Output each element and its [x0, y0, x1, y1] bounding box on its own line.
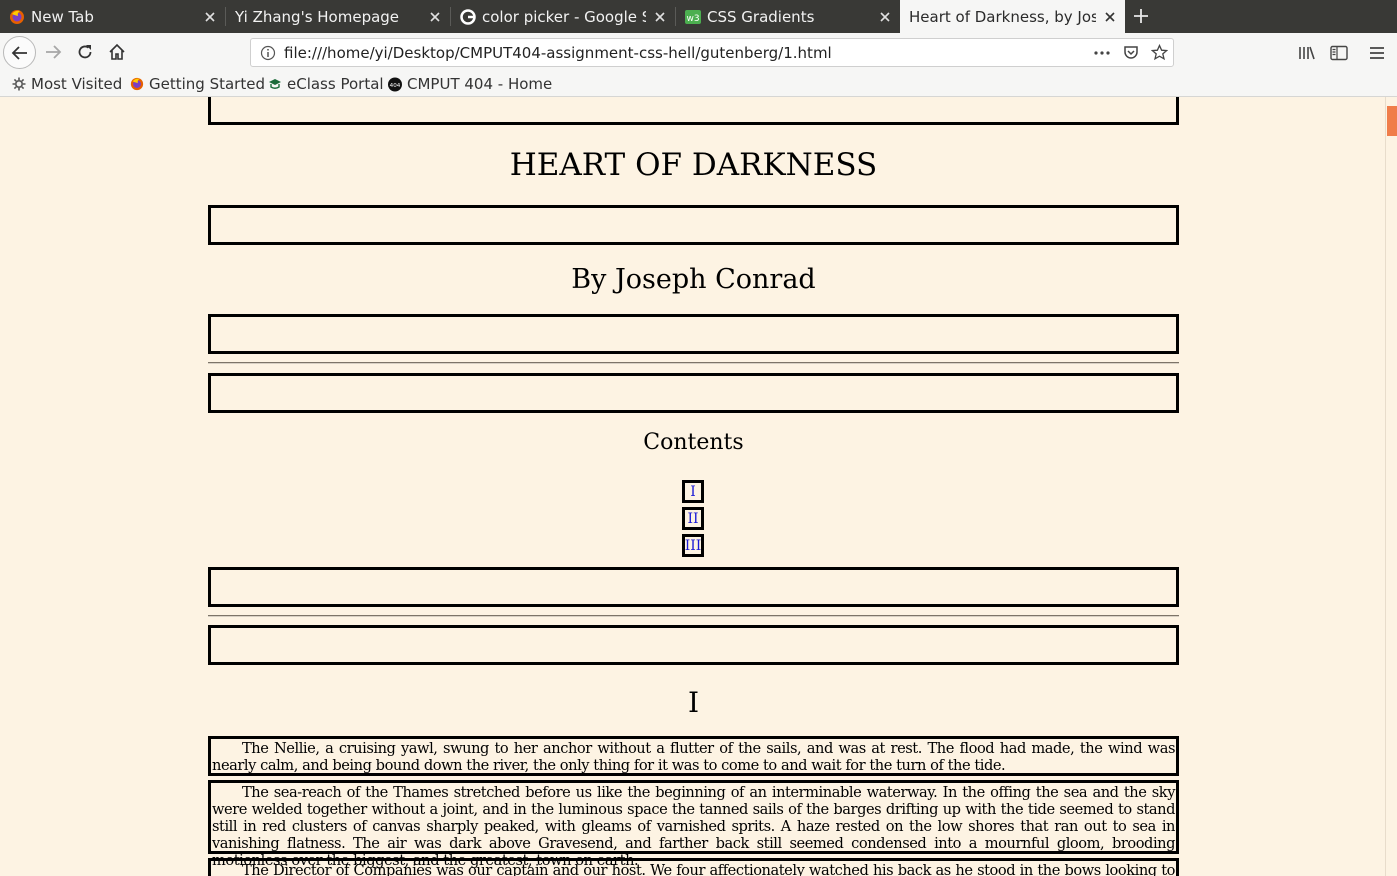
menu-button[interactable]: [1366, 42, 1388, 64]
contents-heading: Contents: [643, 430, 744, 455]
bookmark-eclass-portal[interactable]: eClass Portal: [268, 74, 384, 94]
tab-title: New Tab: [31, 7, 94, 26]
tab-title: color picker - Google Search: [482, 7, 646, 26]
svg-text:404: 404: [390, 82, 401, 88]
pocket-icon[interactable]: [1123, 44, 1139, 60]
scrollbar-thumb[interactable]: [1387, 106, 1397, 136]
toc-link-chapter-3[interactable]: III: [682, 534, 704, 557]
empty-bordered-block: [208, 97, 1179, 125]
page-title: HEART OF DARKNESS: [509, 147, 878, 183]
close-icon[interactable]: [877, 9, 893, 25]
404-icon: 404: [388, 77, 402, 91]
horizontal-rule: [208, 615, 1179, 617]
google-icon: [460, 8, 476, 25]
navigation-toolbar: file:///home/yi/Desktop/CMPUT404-assignm…: [0, 33, 1397, 72]
author-heading: By Joseph Conrad: [571, 264, 816, 295]
svg-text:w3: w3: [686, 14, 699, 24]
chapter-heading: I: [687, 686, 700, 719]
empty-bordered-block: [208, 373, 1179, 413]
info-icon[interactable]: [260, 45, 276, 61]
tab-title: Yi Zhang's Homepage: [235, 7, 400, 26]
library-icon: [1299, 46, 1315, 60]
bookmark-label: CMPUT 404 - Home: [407, 75, 553, 93]
paragraph: The Nellie, a cruising yawl, swung to he…: [208, 736, 1179, 776]
tab-css-gradients[interactable]: w3 CSS Gradients: [676, 0, 900, 33]
page-content: HEART OF DARKNESS By Joseph Conrad Conte…: [0, 97, 1385, 876]
bookmark-label: Most Visited: [31, 75, 123, 93]
plus-icon: [1134, 9, 1148, 23]
new-tab-button[interactable]: [1129, 4, 1153, 28]
toc-link-chapter-2[interactable]: II: [682, 507, 704, 530]
bookmark-label: Getting Started: [149, 75, 265, 93]
paragraph: The Director of Companies was our captai…: [208, 858, 1179, 876]
close-icon[interactable]: [202, 9, 218, 25]
tab-title: CSS Gradients: [707, 7, 815, 26]
arrow-right-icon: [46, 45, 62, 59]
firefox-icon: [9, 9, 25, 25]
close-icon[interactable]: [427, 9, 443, 25]
empty-bordered-block: [208, 314, 1179, 354]
bookmark-getting-started[interactable]: Getting Started: [130, 74, 265, 94]
tab-title: Heart of Darkness, by Joseph Conrad: [909, 7, 1096, 26]
w3schools-icon: w3: [685, 9, 701, 25]
gear-icon: [12, 77, 26, 91]
tab-color-picker-google-search[interactable]: color picker - Google Search: [451, 0, 675, 33]
page-actions-icon[interactable]: [1093, 45, 1111, 61]
home-button[interactable]: [106, 41, 128, 63]
close-icon[interactable]: [652, 9, 668, 25]
empty-bordered-block: [208, 205, 1179, 245]
paragraph: The sea-reach of the Thames stretched be…: [208, 780, 1179, 869]
forward-button[interactable]: [42, 41, 64, 63]
bookmark-star-icon[interactable]: [1151, 44, 1168, 61]
firefox-icon: [130, 77, 144, 91]
bookmark-most-visited[interactable]: Most Visited: [12, 74, 122, 94]
tab-yi-zhang-homepage[interactable]: Yi Zhang's Homepage: [226, 0, 450, 33]
reload-button[interactable]: [74, 41, 96, 63]
bookmark-cmput-404-home[interactable]: 404 CMPUT 404 - Home: [388, 74, 552, 94]
bookmarks-toolbar: Most Visited Getting Started eClass Port…: [0, 72, 1397, 97]
url-text[interactable]: file:///home/yi/Desktop/CMPUT404-assignm…: [284, 44, 832, 62]
tab-strip: New Tab Yi Zhang's Homepage color picker…: [0, 0, 1397, 33]
bookmark-label: eClass Portal: [287, 75, 384, 93]
home-icon: [109, 43, 125, 60]
horizontal-rule: [208, 362, 1179, 364]
arrow-left-icon: [11, 45, 27, 60]
sidebar-icon: [1330, 45, 1348, 61]
hamburger-menu-icon: [1370, 47, 1384, 59]
tab-new-tab[interactable]: New Tab: [0, 0, 225, 33]
eclass-icon: [268, 77, 282, 91]
empty-bordered-block: [208, 625, 1179, 665]
empty-bordered-block: [208, 567, 1179, 607]
library-button[interactable]: [1296, 42, 1318, 64]
tab-heart-of-darkness[interactable]: Heart of Darkness, by Joseph Conrad: [900, 0, 1125, 33]
back-button[interactable]: [3, 36, 36, 69]
url-bar[interactable]: file:///home/yi/Desktop/CMPUT404-assignm…: [250, 38, 1174, 67]
toc-link-chapter-1[interactable]: I: [682, 480, 704, 503]
vertical-scrollbar[interactable]: [1385, 97, 1397, 876]
close-icon[interactable]: [1102, 9, 1118, 25]
reload-icon: [78, 45, 92, 59]
sidebar-button[interactable]: [1328, 42, 1350, 64]
